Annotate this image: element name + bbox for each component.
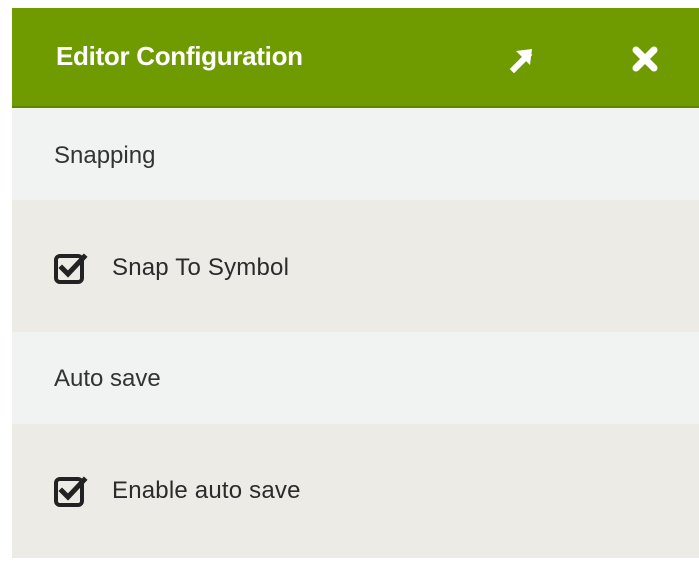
expand-button[interactable] xyxy=(505,42,539,76)
close-icon xyxy=(632,46,658,72)
editor-configuration-dialog: Editor Configuration Snapping Snap To Sy… xyxy=(12,8,699,558)
section-body-auto-save: Enable auto save xyxy=(12,424,699,558)
dialog-header: Editor Configuration xyxy=(12,8,699,108)
checkbox-checked-icon xyxy=(54,476,88,507)
section-header-snapping: Snapping xyxy=(12,108,699,200)
dialog-title: Editor Configuration xyxy=(56,41,303,71)
checkbox-checked-icon xyxy=(54,253,88,284)
close-button[interactable] xyxy=(628,42,662,76)
snap-to-symbol-checkbox[interactable]: Snap To Symbol xyxy=(54,248,289,288)
section-title: Snapping xyxy=(54,142,156,169)
arrow-up-right-icon xyxy=(509,49,533,74)
checkbox-label: Enable auto save xyxy=(112,477,301,504)
section-title: Auto save xyxy=(54,365,161,392)
section-header-auto-save: Auto save xyxy=(12,332,699,424)
section-body-snapping: Snap To Symbol xyxy=(12,200,699,332)
checkbox-label: Snap To Symbol xyxy=(112,254,290,281)
enable-auto-save-checkbox[interactable]: Enable auto save xyxy=(54,471,301,511)
